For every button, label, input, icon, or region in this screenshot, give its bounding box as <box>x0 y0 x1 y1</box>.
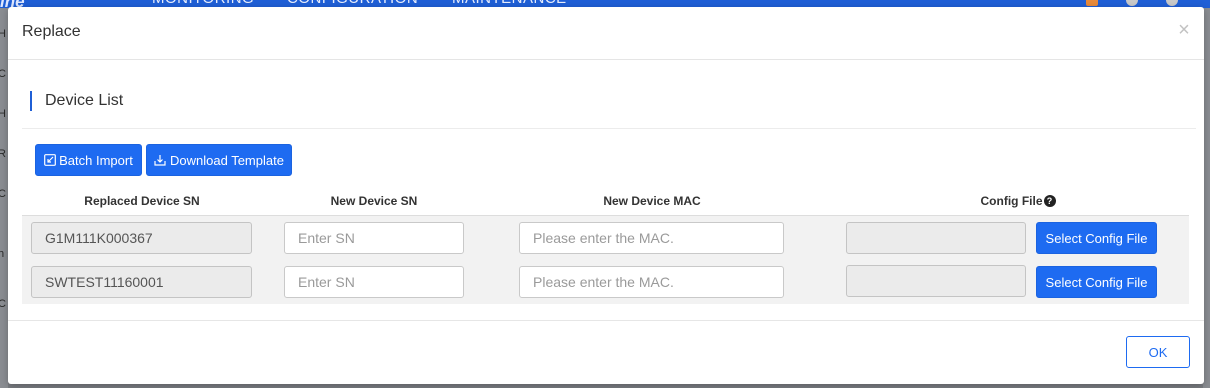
batch-import-label: Batch Import <box>59 152 133 168</box>
help-icon[interactable]: ? <box>1043 195 1056 207</box>
table-row: G1M111K000367 Select Config File <box>22 216 1189 260</box>
ok-button[interactable]: OK <box>1126 336 1190 368</box>
device-list-title: Device List <box>30 91 123 111</box>
select-config-file-button[interactable]: Select Config File <box>1036 222 1157 254</box>
background-strip-letter: C <box>0 68 6 80</box>
section-divider <box>22 128 1196 129</box>
background-notification-icon <box>1086 0 1098 6</box>
import-icon <box>44 154 57 166</box>
dialog-header: Replace × <box>8 7 1204 60</box>
table-row: SWTEST11160001 Select Config File <box>22 260 1189 304</box>
replaced-sn-field: SWTEST11160001 <box>31 266 252 298</box>
column-header-new-sn: New Device SN <box>330 194 418 208</box>
background-strip-letter: H <box>0 108 6 120</box>
new-sn-input[interactable] <box>284 266 464 298</box>
background-strip-letter: C <box>0 298 6 310</box>
column-header-new-mac: New Device MAC <box>603 194 701 208</box>
background-strip-letter: H <box>0 28 6 40</box>
config-file-field <box>846 222 1026 254</box>
background-left-strip: H C H R C h C <box>0 8 8 388</box>
footer-divider <box>8 320 1204 321</box>
background-strip-letter: h <box>0 248 5 260</box>
replace-dialog: Replace × Device List Batch Import Downl… <box>8 7 1204 384</box>
background-strip-letter: C <box>0 188 6 200</box>
config-file-field <box>846 265 1026 297</box>
new-sn-input[interactable] <box>284 222 464 254</box>
download-icon <box>154 154 166 166</box>
column-header-replaced-sn: Replaced Device SN <box>84 194 200 208</box>
replaced-sn-field: G1M111K000367 <box>31 222 252 254</box>
close-icon[interactable]: × <box>1176 20 1192 40</box>
column-header-config-file: Config File? <box>918 194 1118 210</box>
select-config-file-button[interactable]: Select Config File <box>1036 266 1157 298</box>
background-right-strip <box>1203 8 1210 388</box>
download-template-label: Download Template <box>170 152 284 168</box>
batch-import-button[interactable]: Batch Import <box>35 144 142 176</box>
config-file-header-label: Config File <box>980 194 1043 208</box>
background-strip-letter: R <box>0 148 6 160</box>
download-template-button[interactable]: Download Template <box>146 144 292 176</box>
new-mac-input[interactable] <box>519 266 784 298</box>
new-mac-input[interactable] <box>519 222 784 254</box>
dialog-title: Replace <box>22 23 81 40</box>
